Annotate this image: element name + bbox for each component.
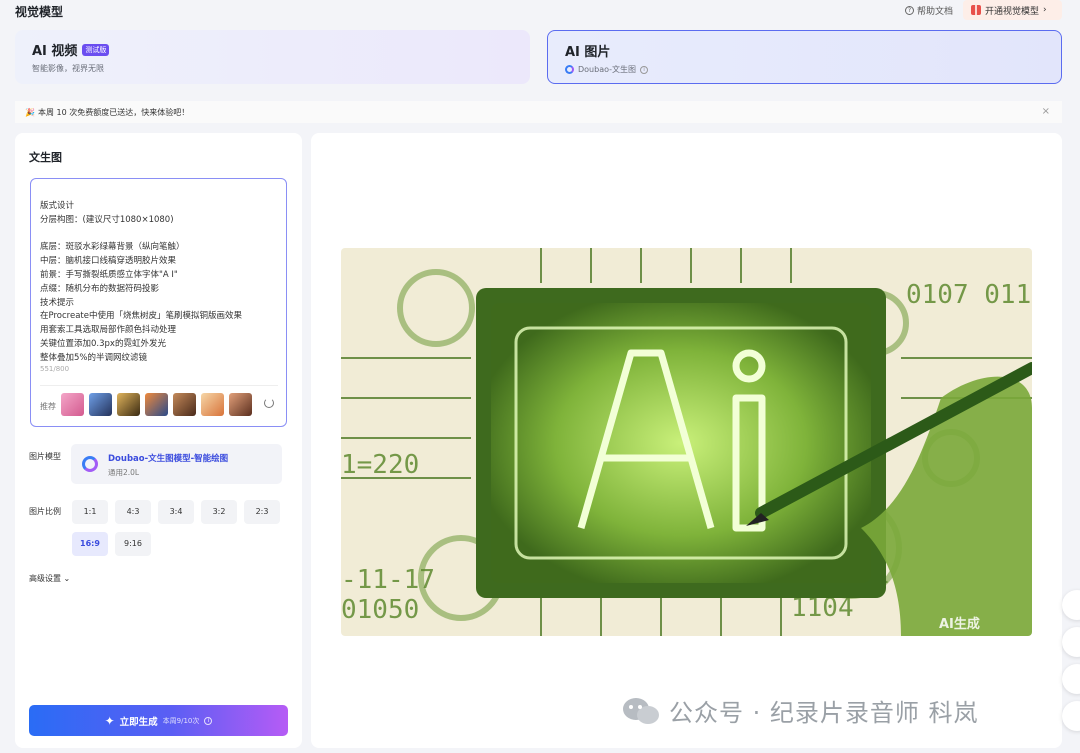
help-docs-link[interactable]: ? 帮助文档 bbox=[905, 4, 953, 17]
collapse-icon[interactable] bbox=[1062, 701, 1080, 731]
chevron-right-icon: › bbox=[1043, 5, 1047, 15]
result-panel: 0107 01101 1=220 -11-17 01050 14711 1104 bbox=[311, 133, 1062, 748]
divider bbox=[40, 385, 278, 386]
info-icon[interactable]: i bbox=[640, 65, 649, 74]
ratio-option[interactable]: 3:4 bbox=[158, 500, 194, 524]
recommend-thumb[interactable] bbox=[89, 393, 112, 416]
recommend-thumbnails bbox=[61, 393, 252, 416]
question-icon: ? bbox=[905, 6, 914, 15]
doubao-model-icon bbox=[82, 456, 98, 472]
floating-tools bbox=[1062, 590, 1080, 738]
headset-icon[interactable] bbox=[1062, 590, 1080, 620]
chevron-down-icon: ⌄ bbox=[63, 574, 71, 583]
info-icon[interactable]: i bbox=[204, 716, 213, 725]
refresh-icon[interactable] bbox=[264, 398, 274, 408]
upgrade-label: 开通视觉模型 bbox=[985, 6, 1040, 17]
watermark-text: 公众号 · 纪录片录音师 科岚 bbox=[669, 699, 979, 727]
notice-text: 本周 10 次免费额度已送达，快来体验吧！ bbox=[37, 107, 190, 117]
recommend-thumb[interactable] bbox=[117, 393, 140, 416]
advanced-settings-toggle[interactable]: 高级设置 ⌄ bbox=[29, 573, 70, 584]
recommend-thumb[interactable] bbox=[173, 393, 196, 416]
recommend-thumb[interactable] bbox=[229, 393, 252, 416]
ai-image-subtitle: Doubao-文生图 bbox=[578, 65, 637, 74]
quota-notice: 🎉 本周 10 次免费额度已送达，快来体验吧！ × bbox=[15, 101, 1062, 123]
ratio-option[interactable]: 2:3 bbox=[244, 500, 280, 524]
svg-text:01050: 01050 bbox=[341, 595, 419, 625]
ai-video-title: AI 视频 bbox=[32, 44, 78, 59]
wechat-icon bbox=[623, 697, 659, 724]
ai-generated-mark: AI生成 bbox=[939, 616, 980, 632]
ratio-option[interactable]: 1:1 bbox=[72, 500, 108, 524]
ratio-option[interactable]: 9:16 bbox=[115, 532, 151, 556]
help-docs-label: 帮助文档 bbox=[917, 7, 954, 17]
char-count: 551/800 bbox=[40, 365, 70, 373]
svg-text:-11-17: -11-17 bbox=[341, 565, 435, 595]
beta-badge: 测试版 bbox=[82, 43, 110, 56]
recommend-thumb[interactable] bbox=[145, 393, 168, 416]
app-title: 视觉模型 bbox=[15, 5, 64, 19]
panel-title: 文生图 bbox=[29, 151, 62, 164]
watermark: 公众号 · 纪录片录音师 科岚 bbox=[621, 693, 979, 728]
doubao-logo-icon bbox=[565, 65, 574, 74]
close-icon[interactable]: × bbox=[1042, 106, 1050, 117]
gift-icon bbox=[971, 5, 981, 15]
text-to-image-panel: 文生图 版式设计 分层构图：(建议尺寸1080×1080) 底层：斑驳水彩绿幕背… bbox=[15, 133, 302, 748]
recommend-label: 推荐 bbox=[40, 402, 56, 411]
generate-label: 立即生成 bbox=[119, 716, 158, 728]
quota-label: 本周9/10次 bbox=[162, 716, 200, 725]
model-selector[interactable]: Doubao-文生图模型-智能绘图 通用2.0L bbox=[71, 444, 282, 484]
model-name: Doubao-文生图模型-智能绘图 bbox=[108, 454, 229, 464]
ratio-label: 图片比例 bbox=[29, 507, 61, 516]
advanced-settings-label: 高级设置 bbox=[29, 574, 61, 583]
recommend-thumb[interactable] bbox=[201, 393, 224, 416]
feedback-icon[interactable] bbox=[1062, 664, 1080, 694]
ai-image-title: AI 图片 bbox=[565, 45, 611, 60]
generated-image[interactable]: 0107 01101 1=220 -11-17 01050 14711 1104 bbox=[341, 248, 1032, 636]
model-version: 通用2.0L bbox=[108, 468, 140, 477]
upgrade-button[interactable]: 开通视觉模型 › bbox=[963, 0, 1062, 20]
model-label: 图片模型 bbox=[29, 452, 61, 461]
generate-button[interactable]: ✦ 立即生成 本周9/10次 i bbox=[29, 705, 288, 736]
ai-video-card[interactable]: AI 视频 测试版 智能影像，视界无限 bbox=[15, 30, 530, 84]
top-bar: 视觉模型 ? 帮助文档 开通视觉模型 › bbox=[0, 0, 1080, 22]
ratio-option[interactable]: 4:3 bbox=[115, 500, 151, 524]
ratio-option[interactable]: 3:2 bbox=[201, 500, 237, 524]
svg-text:0107 01101: 0107 01101 bbox=[906, 280, 1032, 310]
svg-text:1=220: 1=220 bbox=[341, 450, 419, 480]
party-icon: 🎉 bbox=[25, 107, 35, 117]
ai-image-card[interactable]: AI 图片 Doubao-文生图 i bbox=[547, 30, 1062, 84]
sparkle-icon: ✦ bbox=[104, 713, 115, 728]
prompt-textarea[interactable]: 版式设计 分层构图：(建议尺寸1080×1080) 底层：斑驳水彩绿幕背景（纵向… bbox=[30, 178, 287, 427]
ai-video-subtitle: 智能影像，视界无限 bbox=[32, 64, 104, 73]
recommend-thumb[interactable] bbox=[61, 393, 84, 416]
book-icon[interactable] bbox=[1062, 627, 1080, 657]
prompt-text: 版式设计 分层构图：(建议尺寸1080×1080) 底层：斑驳水彩绿幕背景（纵向… bbox=[40, 201, 242, 363]
ratio-option-selected[interactable]: 16:9 bbox=[72, 532, 108, 556]
